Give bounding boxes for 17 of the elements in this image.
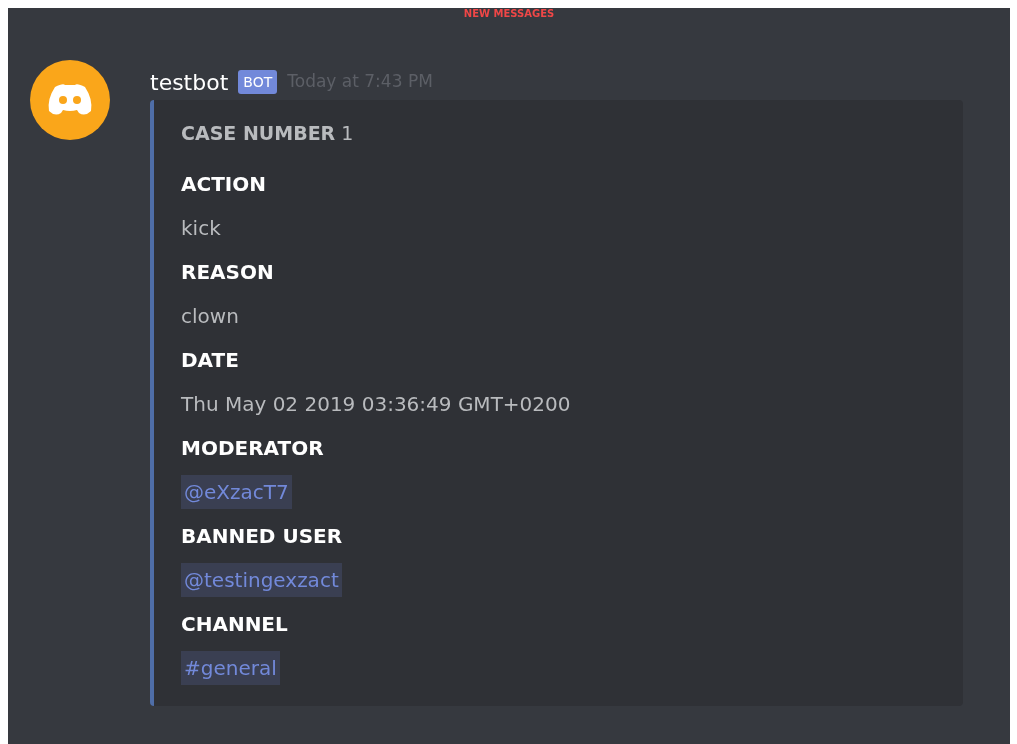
field-name: REASON — [181, 259, 275, 286]
field-name: MODERATOR — [181, 435, 325, 462]
mention-link[interactable]: @testingexzact — [181, 563, 342, 597]
bot-badge: BOT — [238, 70, 278, 94]
controller-face-icon — [47, 83, 93, 117]
field-name: DATE — [181, 347, 240, 374]
mention-link[interactable]: #general — [181, 651, 280, 685]
new-messages-divider-label: NEW MESSAGES — [463, 8, 555, 20]
field-value: Thu May 02 2019 03:36:49 GMT+0200 — [181, 391, 571, 418]
field-name: CHANNEL — [181, 611, 289, 638]
field-value: kick — [181, 215, 221, 242]
field-name: ACTION — [181, 171, 267, 198]
embed-title: CASE NUMBER 1 — [181, 121, 355, 146]
author-name: testbot — [150, 68, 229, 97]
field-name: BANNED USER — [181, 523, 344, 550]
field-value: clown — [181, 303, 239, 330]
mention-link[interactable]: @eXzacT7 — [181, 475, 292, 509]
